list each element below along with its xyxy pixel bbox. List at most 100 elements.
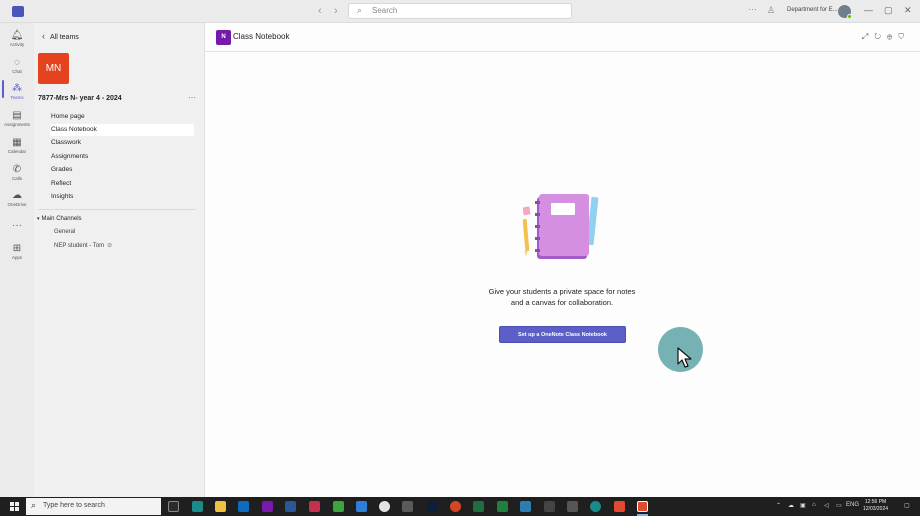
notifications-icon[interactable]: ▢ [904, 502, 910, 509]
powerpoint-icon[interactable] [450, 501, 461, 512]
rail-label: Activity [9, 42, 25, 47]
battery-icon[interactable]: ▭ [836, 502, 842, 509]
bell-icon: 🔔︎ [10, 30, 24, 41]
network-icon[interactable]: ⌂ [812, 502, 816, 508]
forward-arrow-icon[interactable]: › [334, 5, 338, 17]
search-icon: ⌕ [31, 500, 37, 510]
rail-item-calls[interactable]: ✆ Calls [0, 160, 34, 186]
all-teams-link[interactable]: ‹ All teams [42, 31, 79, 41]
rail-item-chat[interactable]: ◌ Chat [0, 53, 34, 79]
search-input[interactable]: ⌕ Search [348, 3, 572, 19]
rail-item-apps[interactable]: ⊞ Apps [0, 239, 34, 265]
rail-item-onedrive[interactable]: ☁︎ OneDrive [0, 186, 34, 212]
channels-header-label: Main Channels [41, 216, 82, 222]
onedrive-tray-icon[interactable]: ☁︎ [788, 502, 794, 509]
rail-label: OneDrive [7, 202, 27, 207]
app-icon-4[interactable] [402, 501, 413, 512]
app-icon-6[interactable] [520, 501, 531, 512]
calendar-icon: ▦ [12, 137, 22, 148]
app-icon-11[interactable] [637, 501, 648, 512]
chrome-icon[interactable] [379, 501, 390, 512]
onenote-taskbar-icon[interactable] [262, 501, 273, 512]
channel-general[interactable]: General [54, 229, 75, 235]
app-icon-1[interactable] [309, 501, 320, 512]
app-icon-9[interactable] [590, 501, 601, 512]
app-icon-2[interactable] [333, 501, 344, 512]
volume-icon[interactable]: ◁ [824, 502, 829, 509]
all-teams-label: All teams [50, 34, 79, 41]
rail-item-activity[interactable]: 🔔︎ Activity [0, 26, 34, 52]
teams-icon: ⁂ [12, 83, 22, 94]
rail-item-calendar[interactable]: ▦ Calendar [0, 133, 34, 159]
teams-logo-icon [12, 6, 24, 17]
chat-icon: ◌ [14, 57, 20, 68]
header-actions: ⤢↻⊕⛉ [862, 32, 910, 42]
nav-item-home-page[interactable]: Home page [50, 111, 194, 123]
photoshop-icon[interactable] [427, 501, 438, 512]
divider [38, 209, 196, 210]
app-icon-3[interactable] [356, 501, 367, 512]
word-icon[interactable] [285, 501, 296, 512]
clock[interactable]: 12:56 PM 12/03/2024 [863, 499, 888, 513]
file-explorer-icon[interactable] [215, 501, 226, 512]
team-more-button[interactable]: ··· [188, 93, 196, 102]
empty-state-message: Give your students a private space for n… [488, 287, 636, 296]
excel-icon[interactable] [473, 501, 484, 512]
close-button[interactable]: ✕ [904, 5, 912, 16]
rail-label: Calendar [7, 149, 27, 154]
caret-down-icon: ▾ [37, 216, 40, 222]
app-icon-5[interactable] [497, 501, 508, 512]
globe-icon[interactable]: ⊕ [887, 32, 898, 41]
organization-icon: ♙ [767, 5, 776, 15]
team-name: 7877-Mrs N- year 4 - 2024 [38, 95, 122, 102]
tray-app-icon[interactable]: ▣ [800, 502, 806, 509]
language-indicator[interactable]: ENG [846, 502, 859, 508]
back-arrow-icon[interactable]: ‹ [318, 5, 322, 17]
channel-nep-student[interactable]: NEP student - Tom ⊘ [54, 242, 112, 249]
channel-label: General [54, 229, 76, 235]
app-icon-8[interactable] [567, 501, 578, 512]
rail-label: Chat [12, 69, 22, 74]
expand-icon[interactable]: ⤢ [862, 32, 874, 41]
main-content: N Class Notebook ⤢↻⊕⛉ Give your students… [205, 23, 920, 497]
setup-class-notebook-button[interactable]: Set up a OneNote Class Notebook [499, 326, 626, 343]
rail-label: Teams [10, 95, 24, 100]
search-placeholder: Search [372, 6, 398, 15]
clock-time: 12:56 PM [864, 499, 887, 505]
app-rail: 🔔︎ Activity ◌ Chat ⁂ Teams ▤ Assignments… [0, 23, 34, 497]
team-avatar[interactable]: MN [38, 53, 69, 84]
task-view-icon[interactable] [168, 501, 179, 512]
maximize-button[interactable]: ▢ [884, 5, 893, 16]
nav-item-insights[interactable]: Insights [50, 191, 194, 203]
taskbar-search-input[interactable]: ⌕ Type here to search [26, 498, 161, 515]
nav-item-assignments[interactable]: Assignments [50, 151, 194, 163]
more-icon: ··· [12, 220, 22, 231]
app-icon-7[interactable] [544, 501, 555, 512]
nav-item-grades[interactable]: Grades [50, 164, 194, 176]
nav-item-classwork[interactable]: Classwork [50, 137, 194, 149]
search-icon: ⌕ [357, 5, 363, 15]
mouse-pointer-icon [677, 347, 692, 368]
rail-label: Apps [11, 255, 23, 260]
tray-chevron-icon[interactable]: ⌃ [776, 502, 781, 509]
nav-item-reflect[interactable]: Reflect [50, 178, 194, 190]
windows-start-icon[interactable] [10, 502, 19, 511]
channels-header[interactable]: ▾ Main Channels [37, 216, 82, 222]
presence-status-icon [847, 14, 852, 19]
organization-name[interactable]: Department for E... [787, 7, 838, 13]
rail-item-teams[interactable]: ⁂ Teams [0, 79, 34, 105]
shield-icon[interactable]: ⛉ [898, 32, 910, 41]
plus-icon: ⊞ [12, 243, 22, 254]
page-title: Class Notebook [233, 32, 290, 41]
refresh-icon[interactable]: ↻ [874, 32, 887, 41]
minimize-button[interactable]: — [864, 5, 873, 15]
more-options-button[interactable]: ··· [748, 4, 757, 14]
channel-label: NEP student - Tom [54, 243, 105, 249]
app-icon-10[interactable] [614, 501, 625, 512]
edge-icon[interactable] [192, 501, 203, 512]
rail-item-assignments[interactable]: ▤ Assignments [0, 106, 34, 132]
outlook-icon[interactable] [238, 501, 249, 512]
nav-item-class-notebook[interactable]: Class Notebook [50, 124, 194, 136]
assignments-icon: ▤ [12, 110, 22, 121]
notebook-illustration [523, 194, 599, 259]
